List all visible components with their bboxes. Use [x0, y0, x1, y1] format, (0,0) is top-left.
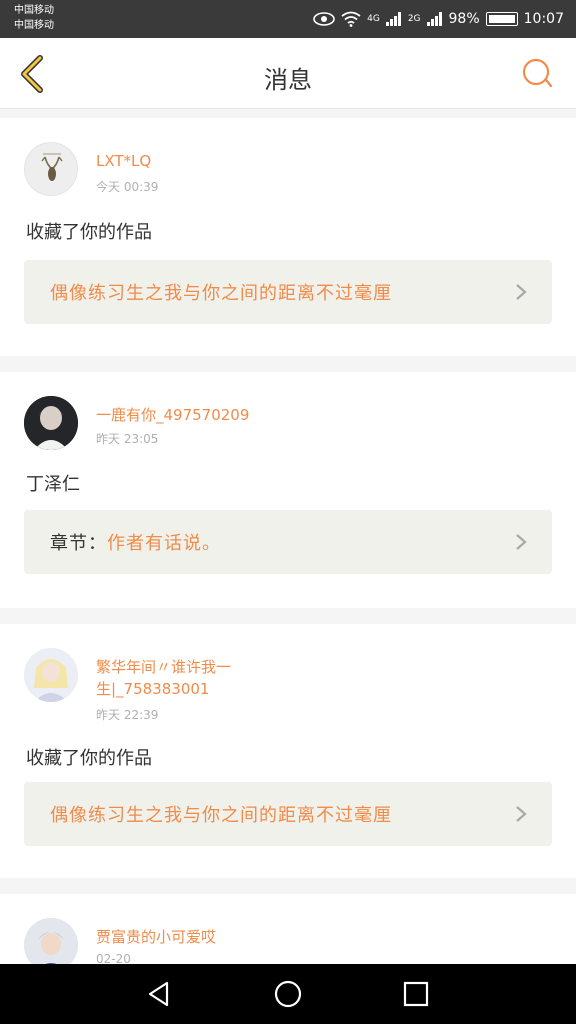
search-icon[interactable] [520, 56, 554, 90]
work-title: 偶像练习生之我与你之间的距离不过毫厘 [50, 805, 392, 826]
signal-icon [385, 12, 401, 26]
nav-home-icon[interactable] [273, 979, 303, 1009]
list-item: 贾富贵的小可爱哎 02-20 富贵 [0, 894, 576, 964]
nav-back-icon[interactable] [144, 979, 174, 1009]
avatar[interactable] [24, 648, 78, 702]
avatar[interactable] [24, 918, 78, 964]
nav-recents-icon[interactable] [401, 979, 431, 1009]
carrier-1: 中国移动 [14, 5, 54, 16]
chevron-right-icon [516, 534, 527, 550]
work-title: 偶像练习生之我与你之间的距离不过毫厘 [50, 283, 392, 304]
signal-icon-2 [426, 12, 442, 26]
username[interactable]: 繁华年间〃谁许我一生|_758383001 [96, 656, 336, 700]
navigation-bar [0, 964, 576, 1024]
work-link[interactable]: 偶像练习生之我与你之间的距离不过毫厘 [24, 782, 552, 846]
message-content: 收藏了你的作品 [26, 222, 152, 243]
work-title: 作者有话说。 [107, 533, 221, 554]
username[interactable]: 一鹿有你_497570209 [96, 404, 336, 426]
eye-icon [313, 12, 335, 26]
work-link[interactable]: 偶像练习生之我与你之间的距离不过毫厘 [24, 260, 552, 324]
timestamp: 昨天 22:39 [96, 708, 159, 722]
work-prefix: 章节： [50, 533, 107, 554]
avatar[interactable] [24, 396, 78, 450]
username[interactable]: LXT*LQ [96, 150, 336, 172]
header: 消息 [0, 38, 576, 109]
battery-icon [485, 12, 518, 26]
network-type-1: 4G [367, 14, 380, 24]
status-time: 10:07 [523, 11, 564, 27]
status-icons: 4G 2G 98% 10:07 [313, 0, 564, 38]
battery-percent: 98% [448, 11, 480, 27]
message-content: 丁泽仁 [26, 474, 80, 495]
wifi-icon [341, 11, 361, 27]
username[interactable]: 贾富贵的小可爱哎 [96, 926, 336, 948]
network-type-2: 2G [407, 14, 421, 24]
carrier-labels: 中国移动 中国移动 [14, 3, 54, 33]
list-item: 一鹿有你_497570209 昨天 23:05 丁泽仁 章节：作者有话说。 [0, 372, 576, 608]
list-item: LXT*LQ 今天 00:39 收藏了你的作品 偶像练习生之我与你之间的距离不过… [0, 118, 576, 356]
avatar[interactable] [24, 142, 78, 196]
work-text: 章节：作者有话说。 [50, 529, 221, 555]
work-link[interactable]: 章节：作者有话说。 [24, 510, 552, 574]
timestamp: 昨天 23:05 [96, 432, 159, 446]
chevron-right-icon [516, 806, 527, 822]
timestamp: 02-20 [96, 952, 131, 964]
page-title: 消息 [264, 66, 312, 94]
list-item: 繁华年间〃谁许我一生|_758383001 昨天 22:39 收藏了你的作品 偶… [0, 624, 576, 878]
message-content: 收藏了你的作品 [26, 748, 152, 769]
timestamp: 今天 00:39 [96, 180, 159, 194]
chevron-right-icon [516, 284, 527, 300]
status-bar: 中国移动 中国移动 4G 2G 98% 10:07 [0, 0, 576, 38]
carrier-2: 中国移动 [14, 20, 54, 31]
message-list: LXT*LQ 今天 00:39 收藏了你的作品 偶像练习生之我与你之间的距离不过… [0, 118, 576, 964]
